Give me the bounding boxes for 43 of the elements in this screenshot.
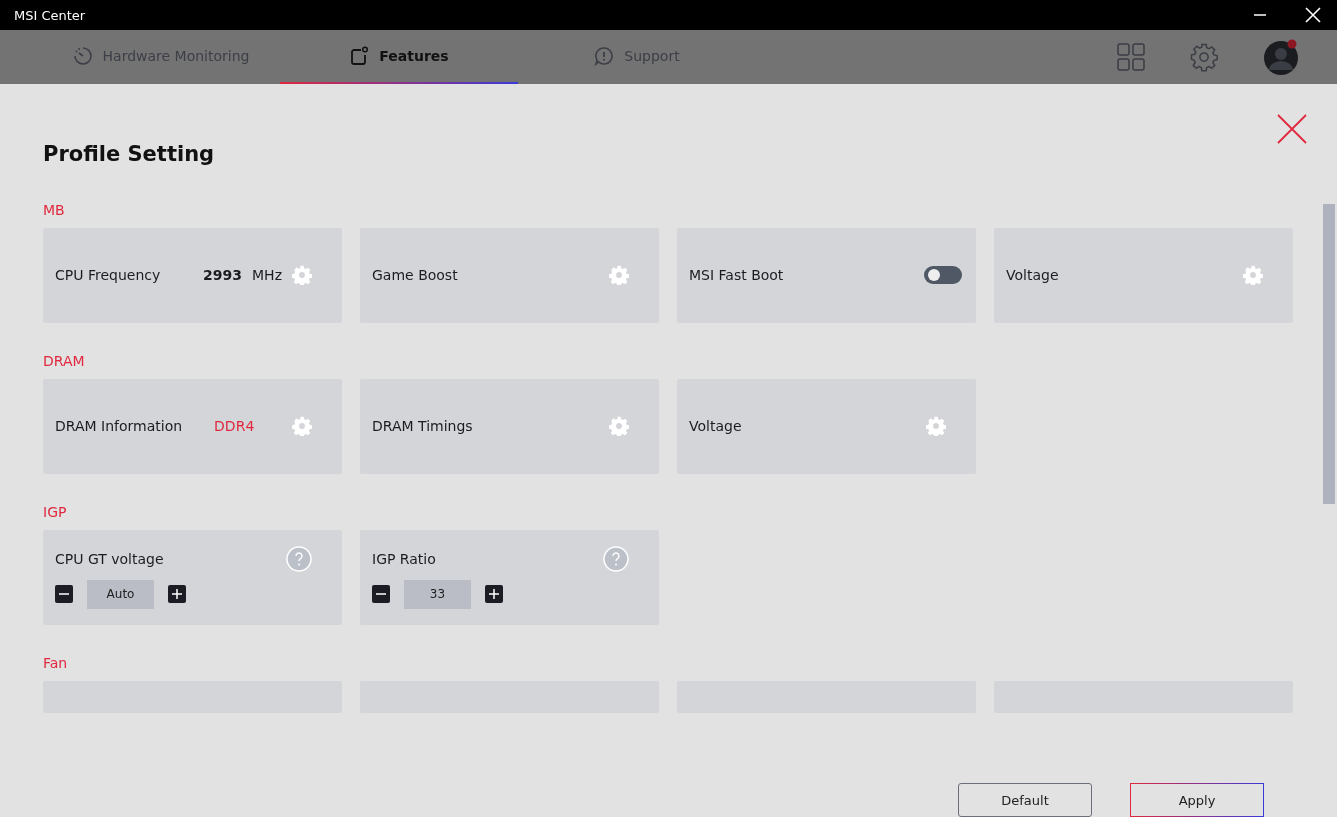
grid-icon[interactable]	[1117, 43, 1145, 71]
unit-label: MHz	[252, 267, 282, 284]
toggle-switch[interactable]	[924, 266, 962, 285]
plus-button[interactable]	[168, 585, 186, 604]
plus-button[interactable]	[485, 585, 503, 604]
section-title: IGP	[43, 503, 68, 520]
settings-icon[interactable]	[609, 265, 629, 286]
alert-bubble-icon	[594, 46, 615, 66]
section-title: DRAM	[43, 352, 86, 369]
settings-icon[interactable]	[926, 416, 946, 437]
settings-icon[interactable]	[1189, 42, 1219, 72]
setting-label: DRAM Timings	[372, 418, 473, 435]
value-field[interactable]: 33	[404, 579, 471, 609]
help-icon[interactable]	[286, 545, 312, 572]
setting-label: DRAM Information	[55, 418, 183, 435]
minus-button[interactable]	[372, 585, 390, 604]
scrollbar[interactable]	[1323, 203, 1335, 504]
square-dot-icon	[349, 46, 370, 66]
setting-label: CPU GT voltage	[55, 550, 164, 567]
setting-label: Voltage	[1006, 267, 1059, 284]
settings-icon[interactable]	[292, 265, 312, 286]
setting-label: CPU Frequency	[55, 267, 161, 284]
settings-icon[interactable]	[292, 416, 312, 437]
apply-button[interactable]: Apply	[1130, 783, 1264, 817]
nav-tab[interactable]: Features	[280, 30, 518, 84]
setting-label: IGP Ratio	[372, 550, 436, 567]
value-field[interactable]: Auto	[87, 579, 154, 609]
dialog-title: Profile Setting	[43, 142, 215, 166]
section-title: Fan	[43, 654, 69, 671]
gauge-icon	[72, 46, 93, 66]
window-title: MSI Center	[14, 7, 87, 23]
default-button[interactable]: Default	[958, 783, 1092, 817]
avatar-icon[interactable]	[1263, 38, 1301, 76]
settings-icon[interactable]	[609, 416, 629, 437]
settings-icon[interactable]	[1243, 265, 1263, 286]
setting-label: Game Boost	[372, 267, 458, 284]
setting-label: Voltage	[689, 418, 742, 435]
memory-type: DDR4	[214, 418, 255, 435]
setting-label: MSI Fast Boot	[689, 267, 784, 284]
frequency-value: 2993	[203, 267, 243, 284]
help-icon[interactable]	[603, 545, 629, 572]
minus-button[interactable]	[55, 585, 73, 604]
section-title: MB	[43, 201, 66, 218]
